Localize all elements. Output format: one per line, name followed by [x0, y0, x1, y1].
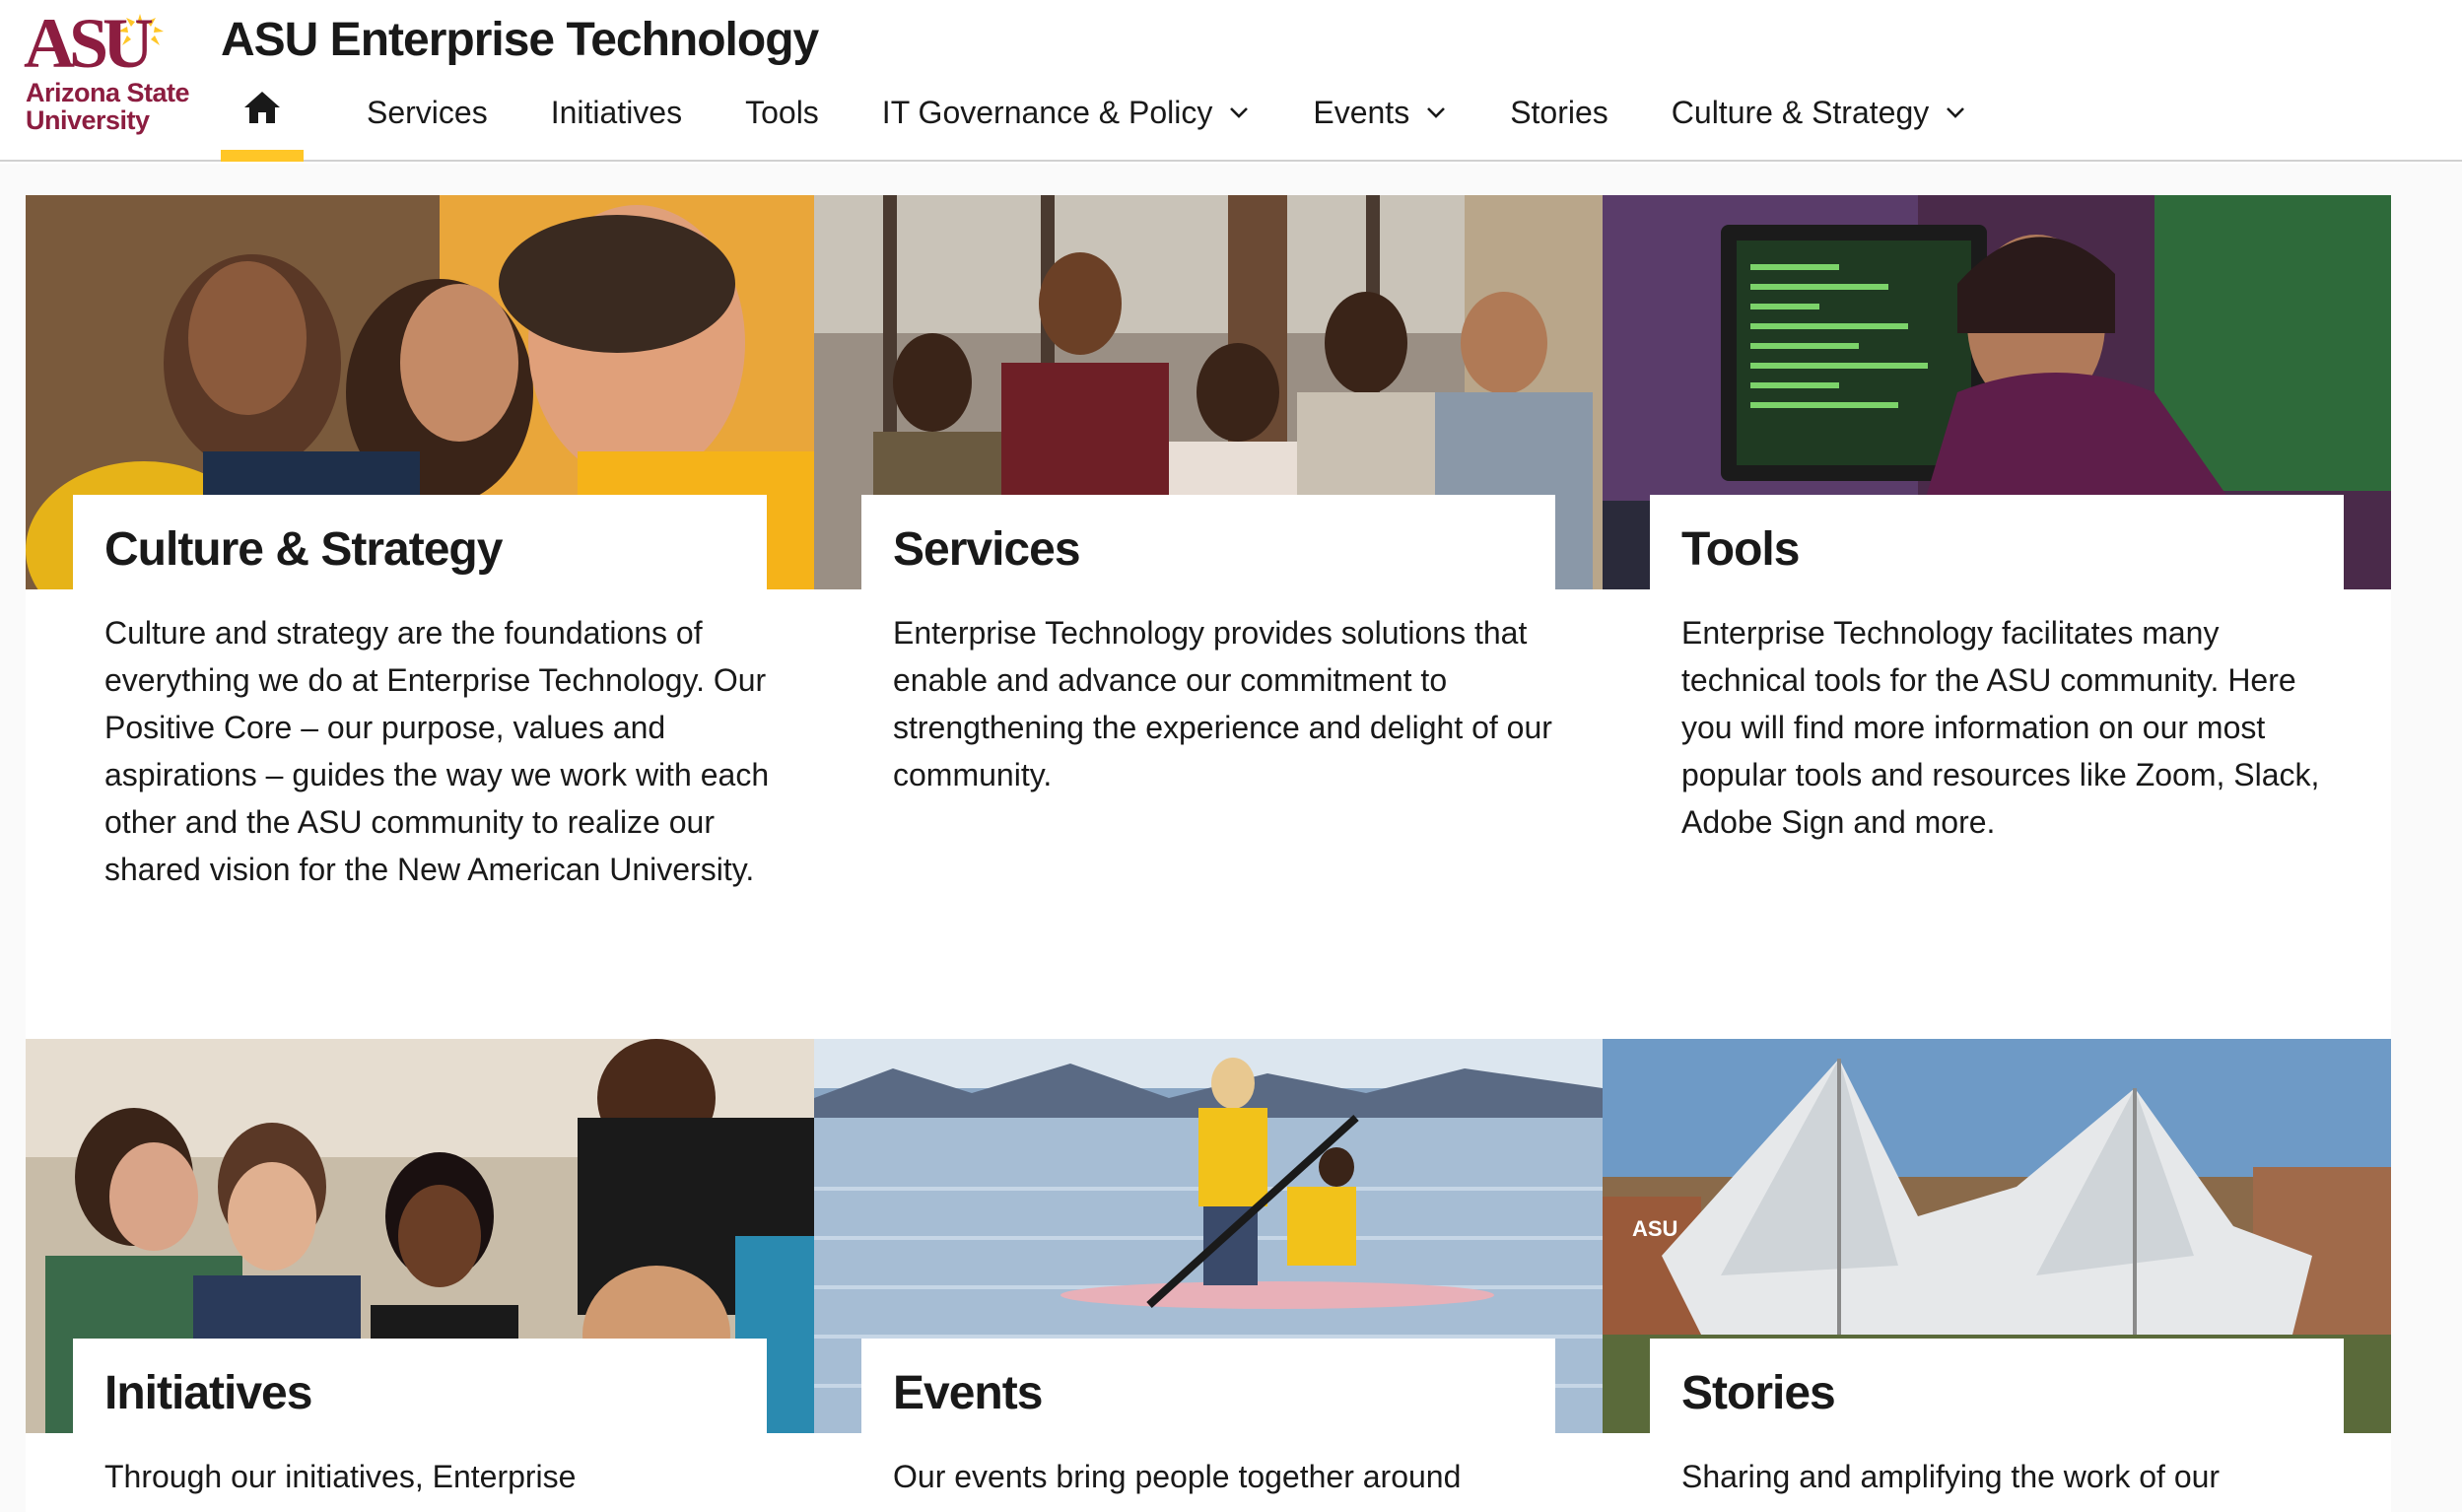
- nav-home-active-indicator: [221, 150, 304, 162]
- home-icon: [244, 92, 280, 123]
- card-stories[interactable]: ASU Stories Sharing and amplifying the w…: [1603, 1039, 2391, 1512]
- logo-text-university: University: [26, 105, 150, 135]
- card-title-box: Initiatives: [73, 1339, 767, 1433]
- nav-item-services[interactable]: Services: [367, 83, 488, 142]
- asu-logo-mark: ASU: [24, 8, 164, 73]
- nav-item-tools[interactable]: Tools: [745, 83, 819, 142]
- card-initiatives[interactable]: Initiatives Through our initiatives, Ent…: [26, 1039, 814, 1512]
- card-title-box: Culture & Strategy: [73, 495, 767, 589]
- nav-item-events[interactable]: Events: [1313, 83, 1447, 142]
- card-title[interactable]: Stories: [1681, 1366, 2312, 1421]
- card-events[interactable]: Events Our events bring people together …: [814, 1039, 1603, 1512]
- nav-item-label: Tools: [745, 94, 819, 130]
- nav-item-label: Culture & Strategy: [1671, 94, 1930, 130]
- card-title[interactable]: Initiatives: [104, 1366, 735, 1421]
- card-title[interactable]: Tools: [1681, 522, 2312, 578]
- card-title-box: Events: [861, 1339, 1555, 1433]
- nav-item-it-governance-policy[interactable]: IT Governance & Policy: [882, 83, 1251, 142]
- card-title[interactable]: Services: [893, 522, 1524, 578]
- chevron-down-icon: [1230, 107, 1249, 118]
- site-header: ASU Arizona State University ASU Enterpr…: [0, 0, 2462, 162]
- card-culture-strategy[interactable]: Culture & Strategy Culture and strategy …: [26, 195, 814, 1039]
- nav-item-initiatives[interactable]: Initiatives: [551, 83, 682, 142]
- card-description: Enterprise Technology facilitates many t…: [1681, 615, 2320, 840]
- card-title[interactable]: Events: [893, 1366, 1524, 1421]
- site-title[interactable]: ASU Enterprise Technology: [221, 12, 819, 69]
- nav-home[interactable]: [221, 83, 304, 162]
- card-description: Sharing and amplifying the work of our: [1681, 1459, 2221, 1494]
- nav-item-label: Initiatives: [550, 94, 683, 130]
- card-tools[interactable]: Tools Enterprise Technology facilitates …: [1603, 195, 2391, 1039]
- card-title-box: Stories: [1650, 1339, 2344, 1433]
- card-description: Our events bring people together around: [893, 1459, 1462, 1494]
- nav-item-label: Events: [1313, 94, 1410, 130]
- svg-text:ASU: ASU: [1632, 1216, 1677, 1241]
- chevron-down-icon: [1427, 107, 1446, 118]
- card-title[interactable]: Culture & Strategy: [104, 522, 735, 578]
- nav-item-stories[interactable]: Stories: [1510, 83, 1608, 142]
- svg-text:ASU: ASU: [24, 8, 153, 73]
- chevron-down-icon: [1947, 107, 1965, 118]
- card-description: Through our initiatives, Enterprise: [104, 1459, 577, 1494]
- main-nav: Services Initiatives Tools IT Governance…: [221, 83, 1966, 162]
- nav-item-label: Services: [367, 94, 488, 130]
- logo-text-arizona-state: Arizona State: [26, 78, 190, 107]
- card-services[interactable]: Services Enterprise Technology provides …: [814, 195, 1603, 1039]
- card-description: Enterprise Technology provides solutions…: [893, 615, 1552, 792]
- nav-item-culture-strategy[interactable]: Culture & Strategy: [1672, 83, 1966, 142]
- card-description: Culture and strategy are the foundations…: [104, 615, 770, 887]
- card-title-box: Tools: [1650, 495, 2344, 589]
- nav-item-label: Stories: [1510, 94, 1608, 130]
- asu-logo[interactable]: ASU Arizona State University: [24, 8, 201, 146]
- nav-item-label: IT Governance & Policy: [881, 94, 1213, 130]
- card-title-box: Services: [861, 495, 1555, 589]
